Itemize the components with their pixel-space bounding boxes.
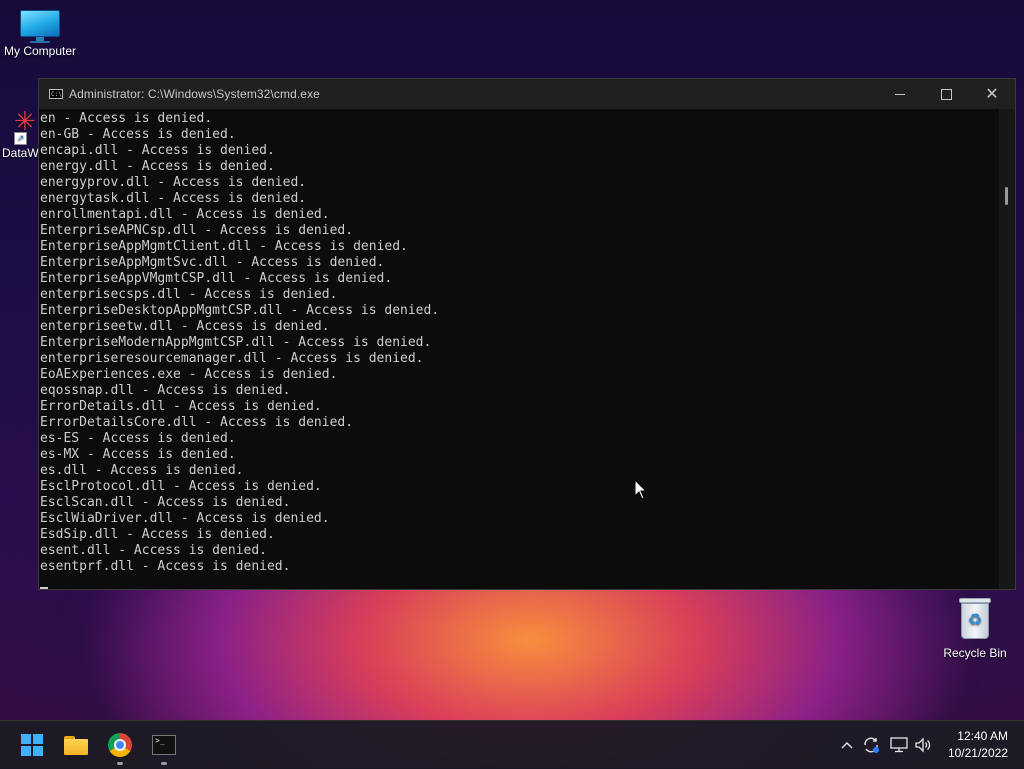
vertical-scrollbar[interactable] bbox=[999, 109, 1015, 589]
close-button[interactable]: ✕ bbox=[969, 79, 1015, 109]
console-line: EnterpriseAppMgmtSvc.dll - Access is den… bbox=[40, 255, 385, 270]
desktop-icon-my-computer[interactable]: My Computer bbox=[2, 10, 78, 58]
monitor-icon bbox=[18, 10, 62, 43]
console-line: energy.dll - Access is denied. bbox=[40, 159, 275, 174]
desktop-icon-label: Recycle Bin bbox=[943, 646, 1007, 660]
shortcut-arrow-icon: ↗ bbox=[14, 132, 27, 145]
taskbar-file-explorer[interactable] bbox=[60, 729, 92, 761]
console-line: es-ES - Access is denied. bbox=[40, 431, 236, 446]
console-line: ErrorDetails.dll - Access is denied. bbox=[40, 399, 322, 414]
taskbar: >_ 12:40 AM 10/21/2022 bbox=[0, 720, 1024, 769]
console-line: esentprf.dll - Access is denied. bbox=[40, 559, 291, 574]
scrollbar-thumb[interactable] bbox=[1005, 187, 1008, 205]
console-line: enrollmentapi.dll - Access is denied. bbox=[40, 207, 330, 222]
taskbar-command-prompt[interactable]: >_ bbox=[148, 729, 180, 765]
recycle-bin-icon: ♻ bbox=[958, 598, 992, 640]
taskbar-clock[interactable]: 12:40 AM 10/21/2022 bbox=[948, 728, 1008, 762]
console-line: EnterpriseDesktopAppMgmtCSP.dll - Access… bbox=[40, 303, 440, 318]
running-indicator bbox=[161, 762, 167, 765]
console-line: es.dll - Access is denied. bbox=[40, 463, 244, 478]
console-line: eqossnap.dll - Access is denied. bbox=[40, 383, 291, 398]
console-line: EsclScan.dll - Access is denied. bbox=[40, 495, 291, 510]
sync-icon bbox=[864, 737, 879, 753]
console-line: esent.dll - Access is denied. bbox=[40, 543, 267, 558]
console-line: enterprisecsps.dll - Access is denied. bbox=[40, 287, 338, 302]
windows-logo-icon bbox=[21, 734, 43, 756]
clock-date: 10/21/2022 bbox=[947, 746, 1008, 760]
chevron-up-icon bbox=[841, 742, 853, 749]
cmd-window[interactable]: C:\ Administrator: C:\Windows\System32\c… bbox=[38, 78, 1016, 590]
window-title: Administrator: C:\Windows\System32\cmd.e… bbox=[69, 87, 320, 101]
clock-time: 12:40 AM bbox=[957, 729, 1008, 743]
console-text: en - Access is denied. en-GB - Access is… bbox=[39, 109, 1001, 575]
speaker-icon bbox=[915, 737, 931, 753]
maximize-button[interactable] bbox=[923, 79, 969, 109]
folder-icon bbox=[64, 735, 88, 755]
network-button[interactable] bbox=[888, 721, 910, 769]
volume-button[interactable] bbox=[912, 721, 934, 769]
console-line: EsclProtocol.dll - Access is denied. bbox=[40, 479, 322, 494]
window-titlebar[interactable]: C:\ Administrator: C:\Windows\System32\c… bbox=[39, 79, 1015, 109]
maximize-icon bbox=[940, 88, 952, 100]
console-line: EnterpriseModernAppMgmtCSP.dll - Access … bbox=[40, 335, 432, 350]
start-button[interactable] bbox=[16, 729, 48, 761]
taskbar-chrome[interactable] bbox=[104, 729, 136, 765]
console-line: energytask.dll - Access is denied. bbox=[40, 191, 307, 206]
desktop-icon-datawrapper[interactable]: ✳ ↗ DataW bbox=[2, 108, 42, 160]
console-line: enterpriseresourcemanager.dll - Access i… bbox=[40, 351, 424, 366]
console-line: EnterpriseAppMgmtClient.dll - Access is … bbox=[40, 239, 408, 254]
terminal-icon: >_ bbox=[152, 735, 176, 755]
network-icon bbox=[890, 737, 908, 753]
console-line: EsclWiaDriver.dll - Access is denied. bbox=[40, 511, 330, 526]
console-line: es-MX - Access is denied. bbox=[40, 447, 236, 462]
console-line: EnterpriseAPNCsp.dll - Access is denied. bbox=[40, 223, 354, 238]
console-line: encapi.dll - Access is denied. bbox=[40, 143, 275, 158]
console-line: EnterpriseAppVMgmtCSP.dll - Access is de… bbox=[40, 271, 393, 286]
show-hidden-icons-button[interactable] bbox=[838, 721, 856, 769]
console-line: enterpriseetw.dll - Access is denied. bbox=[40, 319, 330, 334]
console-line: en - Access is denied. bbox=[40, 111, 213, 126]
console-line: en-GB - Access is denied. bbox=[40, 127, 236, 142]
console-line: ErrorDetailsCore.dll - Access is denied. bbox=[40, 415, 354, 430]
sync-status-button[interactable] bbox=[860, 721, 882, 769]
desktop-icon-label: DataW bbox=[2, 146, 39, 160]
close-icon: ✕ bbox=[985, 86, 999, 103]
desktop-icon-label: My Computer bbox=[3, 44, 77, 58]
desktop-icon-recycle-bin[interactable]: ♻ Recycle Bin bbox=[940, 598, 1010, 660]
minimize-button[interactable] bbox=[877, 79, 923, 109]
console-line: EoAExperiences.exe - Access is denied. bbox=[40, 367, 338, 382]
console-output[interactable]: en - Access is denied. en-GB - Access is… bbox=[39, 109, 1001, 589]
cmd-app-icon[interactable]: C:\ bbox=[49, 89, 63, 99]
running-indicator bbox=[117, 762, 123, 765]
datawrapper-shortcut-icon: ✳ ↗ bbox=[14, 106, 36, 145]
console-line: energyprov.dll - Access is denied. bbox=[40, 175, 307, 190]
console-line: EsdSip.dll - Access is denied. bbox=[40, 527, 275, 542]
chrome-icon bbox=[108, 733, 132, 757]
mouse-pointer-icon bbox=[634, 479, 648, 500]
text-cursor bbox=[40, 587, 48, 589]
minimize-icon bbox=[895, 93, 905, 95]
